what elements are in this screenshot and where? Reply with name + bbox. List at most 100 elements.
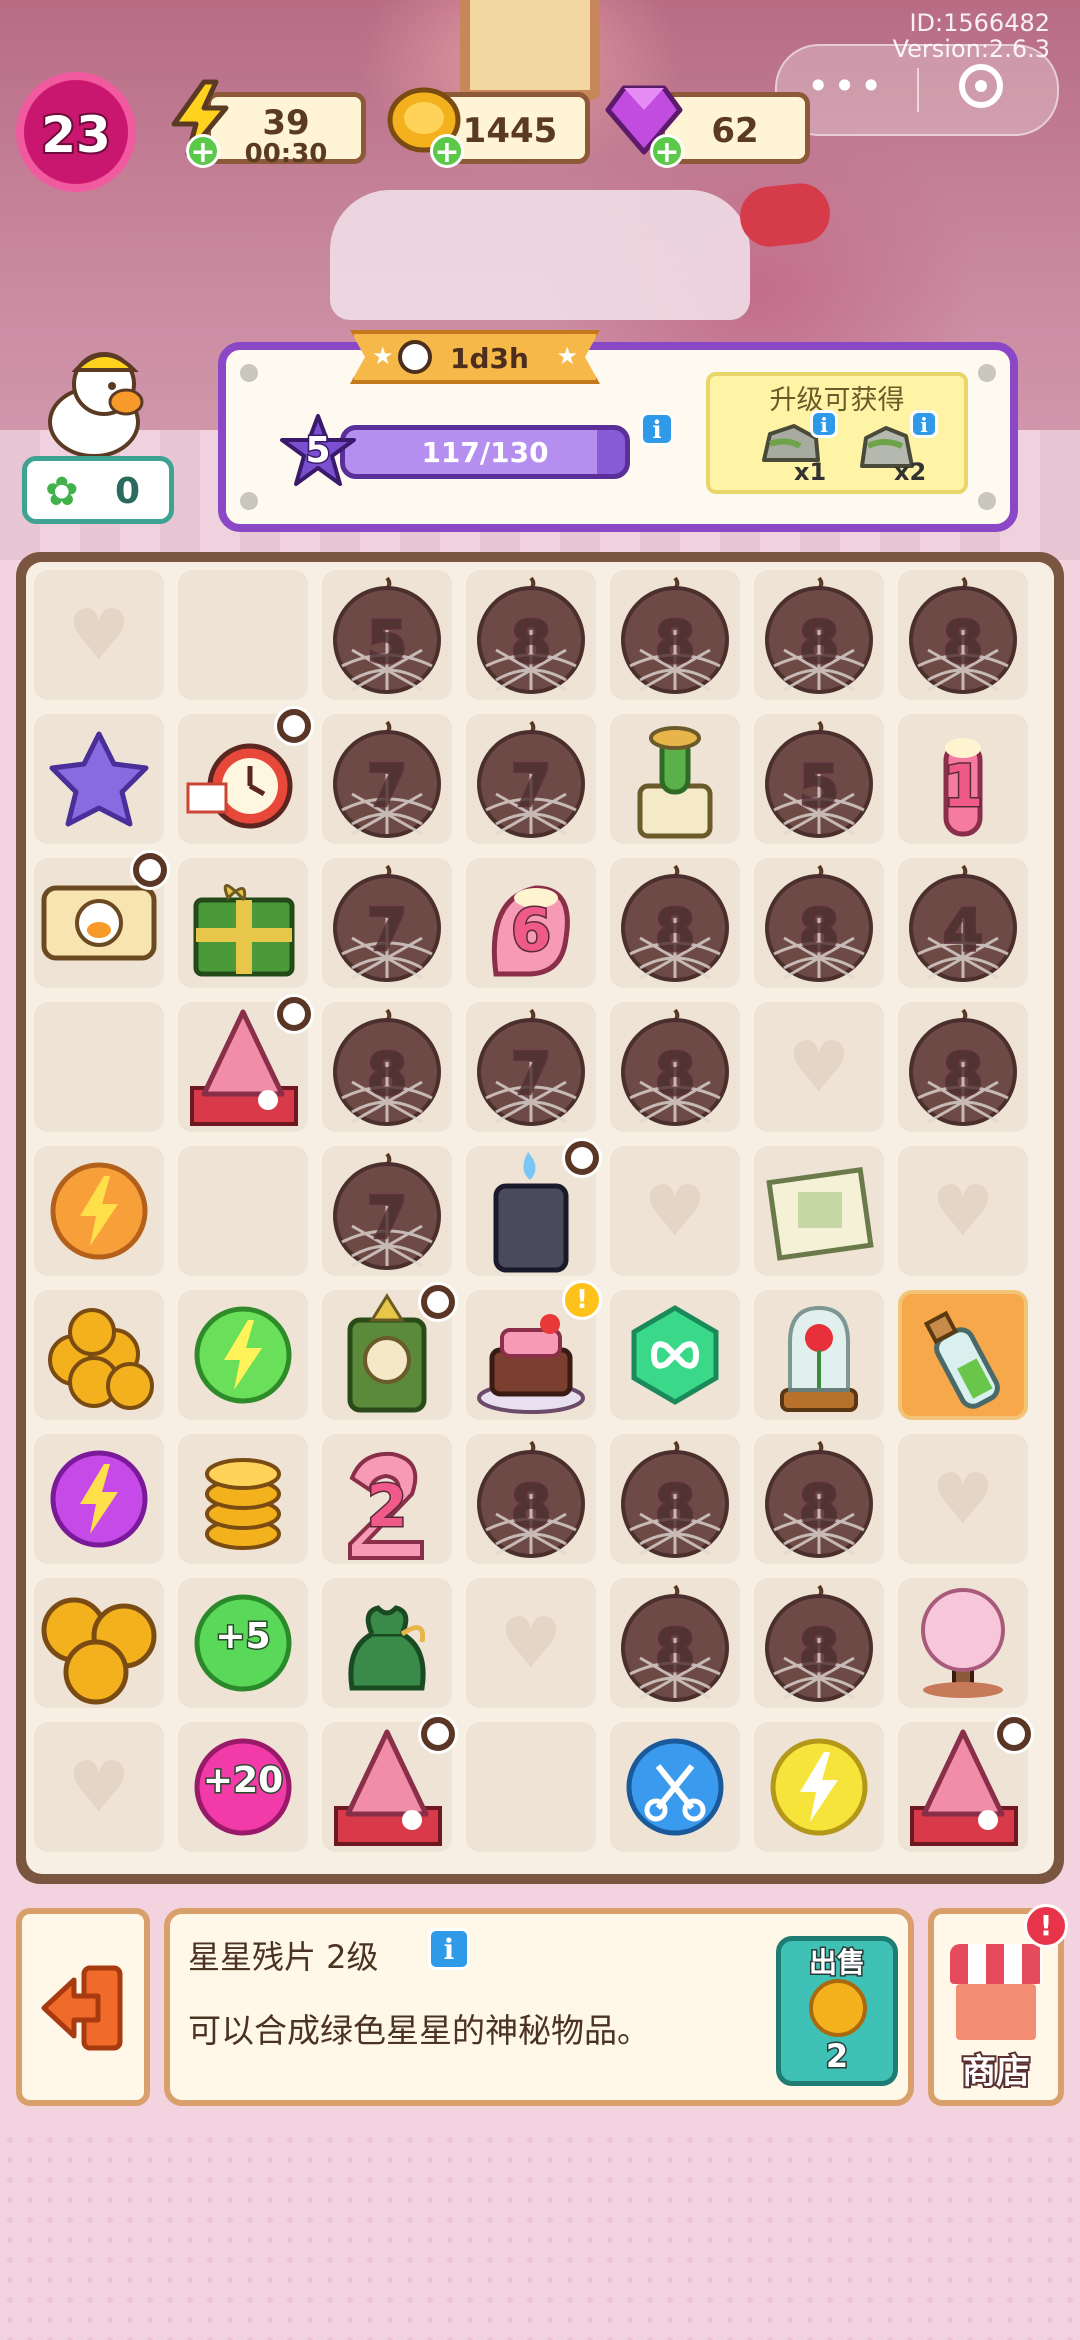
board-cell[interactable] xyxy=(34,850,170,988)
target-circle-icon[interactable] xyxy=(959,64,1003,108)
coin-stack-item[interactable] xyxy=(178,1434,308,1564)
board-cell[interactable]: 8 xyxy=(898,570,1028,700)
web-8-item[interactable]: 8 xyxy=(754,858,884,988)
board-cell[interactable]: 8 xyxy=(466,1434,596,1564)
web-8-item[interactable]: 8 xyxy=(322,1002,452,1132)
plus5-item[interactable]: +5 xyxy=(178,1578,308,1708)
money-bag-item[interactable] xyxy=(322,1578,452,1708)
board-cell[interactable]: 7 xyxy=(466,1002,596,1132)
web-4-item[interactable]: 4 xyxy=(898,858,1028,988)
sakura-tree-item[interactable] xyxy=(898,1578,1028,1708)
board-cell[interactable]: 7 xyxy=(322,858,452,988)
board-cell[interactable]: 8 xyxy=(754,858,884,988)
board-cell[interactable]: ♥ xyxy=(754,1002,884,1132)
board-cell[interactable] xyxy=(610,1722,740,1852)
candle-2-item[interactable]: 2 xyxy=(322,1434,452,1564)
exit-button[interactable] xyxy=(16,1908,150,2106)
reward-info-icon[interactable]: i xyxy=(910,410,938,438)
event-info-icon[interactable]: i xyxy=(640,412,674,446)
board-cell[interactable] xyxy=(34,1578,164,1708)
web-8-item[interactable]: 8 xyxy=(898,570,1028,700)
board-cell[interactable]: ♥ xyxy=(34,1722,164,1852)
web-8-item[interactable]: 8 xyxy=(898,1002,1028,1132)
coin-pile-big-item[interactable] xyxy=(34,1290,164,1420)
purple-energy-item[interactable] xyxy=(34,1434,164,1564)
green-energy-item[interactable] xyxy=(178,1290,308,1420)
worker-duck-avatar[interactable] xyxy=(30,340,150,460)
board-cell[interactable] xyxy=(34,714,164,844)
board-cell[interactable] xyxy=(178,1434,308,1564)
board-cell[interactable] xyxy=(34,1146,164,1276)
board-cell[interactable]: +20 xyxy=(178,1722,308,1852)
web-5-item[interactable]: 5 xyxy=(754,714,884,844)
board-cell[interactable]: 8 xyxy=(610,1434,740,1564)
add-coin-button[interactable]: + xyxy=(430,134,464,169)
board-cell[interactable]: ♥ xyxy=(898,1146,1028,1276)
web-8-item[interactable]: 8 xyxy=(754,570,884,700)
board-cell[interactable] xyxy=(898,1290,1028,1420)
board-cell[interactable]: 8 xyxy=(610,1002,740,1132)
board-cell[interactable]: ♥ xyxy=(610,1146,740,1276)
board-cell[interactable] xyxy=(754,1146,884,1276)
board-cell[interactable] xyxy=(178,1290,308,1420)
web-8-item[interactable]: 8 xyxy=(610,1578,740,1708)
board-cell[interactable]: 8 xyxy=(610,858,740,988)
web-7-item[interactable]: 7 xyxy=(322,858,452,988)
board-cell[interactable] xyxy=(322,1578,452,1708)
web-7-item[interactable]: 7 xyxy=(466,714,596,844)
star-fragment-item[interactable] xyxy=(34,714,164,844)
web-8-item[interactable]: 8 xyxy=(610,1434,740,1564)
web-7-item[interactable]: 7 xyxy=(466,1002,596,1132)
board-cell[interactable] xyxy=(178,570,308,700)
board-cell[interactable]: +5 xyxy=(178,1578,308,1708)
board-cell[interactable] xyxy=(178,1146,308,1276)
coins-big-item[interactable] xyxy=(34,1578,164,1708)
shop-button[interactable]: 商店 ! xyxy=(928,1904,1068,2106)
board-cell[interactable] xyxy=(34,1290,164,1420)
candle-6-item[interactable]: 6 xyxy=(466,858,596,988)
board-cell[interactable]: 6 xyxy=(466,858,596,988)
web-8-item[interactable]: 8 xyxy=(610,570,740,700)
board-cell[interactable] xyxy=(178,994,314,1132)
board-cell[interactable] xyxy=(322,1714,458,1852)
board-cell[interactable] xyxy=(754,1722,884,1852)
web-8-item[interactable]: 8 xyxy=(466,570,596,700)
scissors-item[interactable] xyxy=(610,1722,740,1852)
board-cell[interactable]: 4 xyxy=(898,858,1028,988)
board-cell[interactable]: ♥ xyxy=(34,570,164,700)
board-cell[interactable]: 2 xyxy=(322,1434,452,1564)
board-cell[interactable] xyxy=(322,1282,458,1420)
web-5-item[interactable]: 5 xyxy=(322,570,452,700)
board-cell[interactable] xyxy=(898,1578,1028,1708)
board-cell[interactable]: 7 xyxy=(322,1146,452,1276)
board-cell[interactable] xyxy=(610,1290,740,1420)
add-energy-button[interactable]: + xyxy=(186,134,220,169)
board-cell[interactable]: 5 xyxy=(754,714,884,844)
board-cell[interactable]: 1 xyxy=(898,714,1028,844)
board-cell[interactable]: 8 xyxy=(754,1434,884,1564)
player-level-badge[interactable]: 23 xyxy=(16,72,136,192)
board-cell[interactable]: 7 xyxy=(466,714,596,844)
web-8-item[interactable]: 8 xyxy=(610,858,740,988)
board-cell[interactable]: 8 xyxy=(754,1578,884,1708)
yellow-energy-item[interactable] xyxy=(754,1722,884,1852)
board-cell[interactable]: 8 xyxy=(610,570,740,700)
rose-dome-item[interactable] xyxy=(754,1290,884,1420)
web-7-item[interactable]: 7 xyxy=(322,1146,452,1276)
web-8-item[interactable]: 8 xyxy=(610,1002,740,1132)
web-8-item[interactable]: 8 xyxy=(754,1578,884,1708)
recipe-book-item[interactable] xyxy=(754,1146,884,1276)
orange-energy-item[interactable] xyxy=(34,1146,164,1276)
web-8-item[interactable]: 8 xyxy=(466,1434,596,1564)
board-cell[interactable]: 8 xyxy=(754,570,884,700)
board-cell[interactable] xyxy=(754,1290,884,1420)
sell-button[interactable]: 出售 2 xyxy=(776,1936,898,2086)
web-7-item[interactable]: 7 xyxy=(322,714,452,844)
clover-counter[interactable]: ✿ 0 xyxy=(22,456,174,524)
cactus-pot-item[interactable] xyxy=(610,714,740,844)
board-cell[interactable]: 8 xyxy=(898,1002,1028,1132)
board-cell[interactable] xyxy=(34,1434,164,1564)
board-cell[interactable] xyxy=(178,858,308,988)
item-info-icon[interactable]: i xyxy=(428,1928,470,1970)
board-cell[interactable]: ♥ xyxy=(466,1578,596,1708)
